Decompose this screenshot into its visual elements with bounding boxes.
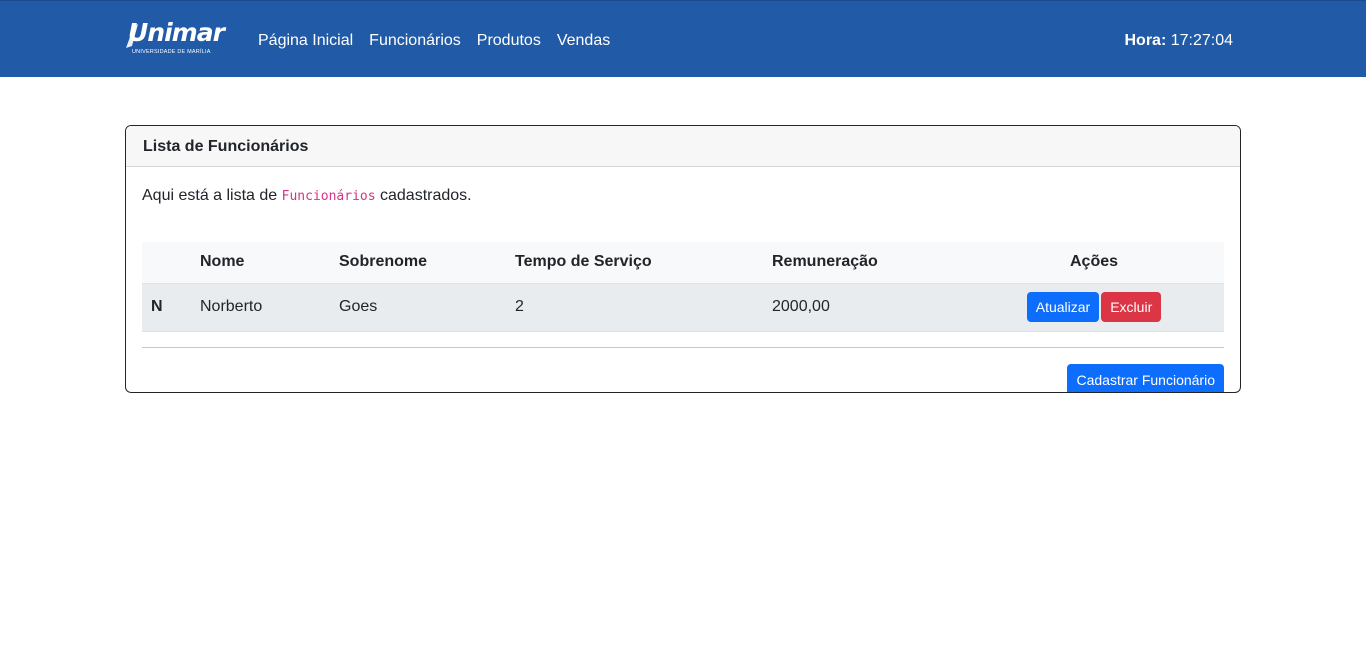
clock: Hora: 17:27:04 <box>1124 31 1233 51</box>
header-nome: Nome <box>200 253 245 271</box>
top-navbar: Unimar UNIVERSIDADE DE MARÍLIA Página In… <box>0 0 1366 77</box>
card-title: Lista de Funcionários <box>126 126 1240 167</box>
header-remuneracao: Remuneração <box>772 253 878 271</box>
nav-link-produtos[interactable]: Produtos <box>477 31 541 51</box>
header-tempo-servico: Tempo de Serviço <box>515 253 652 271</box>
employees-card: Lista de Funcionários Aqui está a lista … <box>125 125 1241 393</box>
logo-subtitle: UNIVERSIDADE DE MARÍLIA <box>132 49 211 55</box>
nav-link-vendas[interactable]: Vendas <box>557 31 610 51</box>
nav-link-funcionarios[interactable]: Funcionários <box>369 31 461 51</box>
header-id <box>142 242 192 283</box>
cell-acoes: Atualizar Excluir <box>964 283 1224 331</box>
register-employee-button[interactable]: Cadastrar Funcionário <box>1067 364 1224 392</box>
nav-links: Página Inicial Funcionários Produtos Ven… <box>258 31 610 51</box>
table-header-row: Nome Sobrenome Tempo de Serviço Remunera… <box>142 242 1224 283</box>
delete-button[interactable]: Excluir <box>1101 292 1162 322</box>
employees-table: Nome Sobrenome Tempo de Serviço Remunera… <box>142 242 1224 332</box>
table-row: N Norberto Goes 2 2000,00 Atualizar Exclu… <box>142 283 1224 331</box>
card-body: Aqui está a lista de Funcionários cadast… <box>126 186 1240 392</box>
divider <box>142 347 1224 348</box>
cell-nome: Norberto <box>200 298 263 315</box>
intro-suffix: cadastrados. <box>375 187 472 204</box>
header-acoes: Ações <box>1069 253 1119 271</box>
cell-sobrenome: Goes <box>339 298 378 315</box>
intro-code: Funcionários <box>281 189 376 204</box>
nav-link-pagina-inicial[interactable]: Página Inicial <box>258 31 353 51</box>
header-sobrenome: Sobrenome <box>339 253 428 271</box>
clock-time: 17:27:04 <box>1170 32 1233 49</box>
unimar-logo[interactable]: Unimar UNIVERSIDADE DE MARÍLIA <box>124 18 236 58</box>
cell-tempo: 2 <box>515 298 524 315</box>
update-button[interactable]: Atualizar <box>1026 292 1100 322</box>
cell-id: N <box>151 298 163 315</box>
intro-prefix: Aqui está a lista de <box>142 187 282 204</box>
clock-label: Hora: <box>1124 32 1167 49</box>
logo-wordmark: Unimar <box>128 18 225 47</box>
cell-remuneracao: 2000,00 <box>772 298 830 315</box>
intro-text: Aqui está a lista de Funcionários cadast… <box>142 186 1224 207</box>
